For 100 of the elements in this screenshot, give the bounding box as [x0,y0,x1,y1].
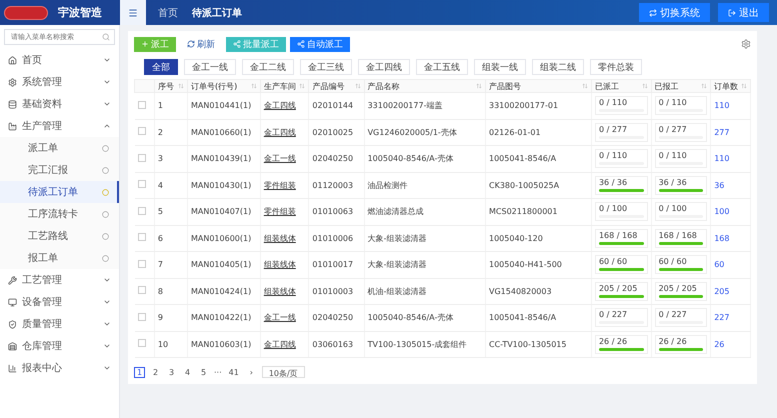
sidebar-group[interactable]: 首页 [0,49,119,71]
progress-reading: 0 / 227 [598,310,628,320]
filter-tab[interactable]: 金工一线 [184,59,236,75]
filter-tab[interactable]: 组装一线 [474,59,526,75]
row-checkbox[interactable] [138,127,146,136]
progress-reading: 168 / 168 [598,230,638,240]
sidebar-item[interactable]: 报工单 [0,247,119,269]
filter-tab[interactable]: 金工五线 [416,59,468,75]
row-checkbox[interactable] [138,154,146,162]
sort-icon [299,83,306,89]
sidebar-item[interactable]: 派工单 [0,137,119,159]
sidebar-group[interactable]: 质量管理 [0,313,119,335]
table-cell: 10 [154,331,188,358]
sidebar-group[interactable]: 设备管理 [0,291,119,313]
monitor-icon [8,298,17,306]
column-header: 已报工 [651,80,711,92]
filter-tab[interactable]: 金工三线 [300,59,352,75]
sidebar-group[interactable]: 生产管理 [0,115,119,137]
table-cell: MCS0211800001 [486,198,592,225]
logout-button[interactable]: 退出 [718,3,769,22]
table-cell: MAN010407(1) [187,198,260,225]
header-tab[interactable]: 待派工订单 [192,6,242,20]
page-button[interactable]: 41 [226,366,241,378]
settings-icon[interactable] [741,39,751,49]
sort-icon [250,83,257,89]
table-cell: 1005041-8546/A [486,304,592,331]
sidebar-item[interactable]: 待派工订单 [0,181,119,203]
page-button[interactable]: 4 [182,366,193,378]
sidebar-item[interactable]: 工艺路线 [0,225,119,247]
chart-icon [8,364,17,372]
row-checkbox[interactable] [138,339,146,348]
sidebar-group[interactable]: 工艺管理 [0,269,119,291]
quantity-link[interactable]: 205 [714,286,730,296]
header-tab[interactable]: 首页 [158,6,178,20]
sort-icon [354,83,361,89]
workshop-link[interactable]: 金工四线 [264,128,296,137]
sidebar-group[interactable]: 报表中心 [0,357,119,379]
filter-tab[interactable]: 组装二线 [532,59,584,75]
workshop-link[interactable]: 零件组装 [264,180,296,190]
row-checkbox[interactable] [138,312,146,321]
quantity-link[interactable]: 26 [714,340,724,349]
sidebar-group[interactable]: 系统管理 [0,71,119,93]
workshop-link[interactable]: 零件组装 [264,207,296,216]
filter-tab[interactable]: 金工二线 [242,59,294,75]
progress-reading: 0 / 277 [598,124,628,134]
progress-reading: 36 / 36 [598,178,628,187]
menu-button[interactable] [120,0,146,25]
row-checkbox[interactable] [138,180,146,188]
row-checkbox[interactable] [138,100,146,109]
workshop-link[interactable]: 金工一线 [264,154,296,164]
quantity-link[interactable]: 227 [714,313,730,322]
workshop-link[interactable]: 组装线体 [264,286,296,296]
progress-reading: 0 / 277 [658,124,687,134]
sidebar-group[interactable]: 仓库管理 [0,335,119,357]
table-cell: CC-TV100-1305015 [486,331,592,358]
progress-reading: 0 / 100 [658,204,687,214]
column-header: 已派工 [591,80,652,92]
quantity-link[interactable]: 36 [714,180,724,190]
table-cell: 02010144 [308,92,364,119]
table-cell: 4 [154,172,188,198]
page-size-select[interactable]: 10条/页 [262,366,305,378]
column-header: 序号 [154,80,188,92]
workshop-link[interactable]: 金工四线 [264,340,296,349]
circle-icon [102,188,109,196]
quantity-link[interactable]: 110 [714,101,730,110]
quantity-link[interactable]: 60 [714,260,724,270]
sort-icon [701,83,708,89]
plus-icon [141,40,149,48]
row-checkbox[interactable] [138,233,146,242]
row-checkbox[interactable] [138,286,146,294]
quantity-link[interactable]: 168 [714,234,730,243]
home-icon [8,56,17,64]
toolbar-button[interactable]: 自动派工 [290,36,350,52]
page-button[interactable]: 1 [134,366,145,378]
table-cell: 1 [154,92,188,119]
table-cell: MAN010660(1) [187,119,260,146]
filter-tab[interactable]: 零件总装 [590,59,642,75]
row-checkbox[interactable] [138,206,146,215]
filter-tab[interactable]: 金工四线 [358,59,410,75]
workshop-link[interactable]: 金工一线 [264,313,296,322]
sidebar-item[interactable]: 完工汇报 [0,159,119,181]
switch-system-button[interactable]: 切换系统 [639,3,710,22]
row-checkbox[interactable] [138,260,146,268]
wrench-icon [8,276,17,284]
table-cell: 02040250 [308,146,364,172]
sidebar-group[interactable]: 基础资料 [0,93,119,115]
progress-reading: 26 / 26 [658,336,687,346]
sidebar-item[interactable]: 工序流转卡 [0,203,119,225]
table-cell: 大象-组装滤清器 [364,252,486,278]
column-header: 订单数 [710,80,750,92]
quantity-link[interactable]: 110 [714,154,730,164]
workshop-link[interactable]: 金工四线 [264,101,296,110]
workshop-link[interactable]: 组装线体 [264,234,296,243]
workshop-link[interactable]: 组装线体 [264,260,296,270]
filter-tab[interactable]: 全部 [144,59,178,75]
quantity-link[interactable]: 277 [714,128,730,137]
progress-reading: 60 / 60 [658,257,687,266]
column-header: 产品名称 [364,80,486,92]
column-header: 生产车间 [260,80,309,92]
quantity-link[interactable]: 100 [714,207,730,216]
